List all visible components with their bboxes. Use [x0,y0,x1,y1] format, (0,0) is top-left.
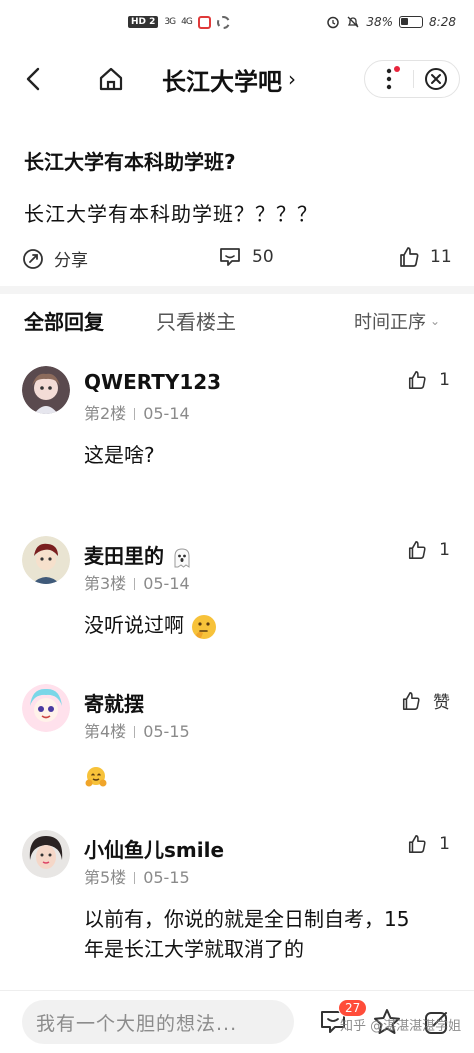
avatar[interactable] [22,366,70,414]
reply-author[interactable]: QWERTY123 [84,370,221,394]
reply-date: 05-14 [143,404,190,423]
comment-icon [220,248,240,266]
reply-text [84,760,424,790]
watermark: 知乎 @湛湛湛湛学姐 [340,1019,462,1034]
post-body: 长江大学有本科助学班？？？？ [24,202,318,226]
thumbs-up-icon [409,835,426,853]
reply-like-count: 1 [439,834,450,854]
hugging-face-emoji-icon [85,766,107,786]
reply-date: 05-15 [143,722,190,741]
reply-author[interactable]: 小仙鱼儿smile [84,834,224,863]
app-notification-icon [197,15,211,29]
reply-meta: 第5楼 05-15 [84,864,190,888]
avatar[interactable] [22,536,70,584]
sort-dropdown[interactable]: 时间正序 ⌄ [354,308,440,334]
reply-date: 05-15 [143,868,190,887]
sync-icon [216,15,230,29]
home-button[interactable] [96,64,126,94]
avatar-image [22,684,70,732]
reply-author[interactable]: 麦田里的 [84,540,193,569]
back-arrow-icon [26,67,40,91]
reply-like-count: 1 [439,540,450,560]
tab-only-op[interactable]: 只看楼主 [156,306,236,335]
tab-all-replies[interactable]: 全部回复 [24,306,104,335]
more-button[interactable] [365,60,413,98]
reply-author[interactable]: 寄就摆 [84,688,144,717]
notification-dot [393,66,400,72]
section-divider [0,286,474,294]
share-icon [23,248,43,269]
reply-date: 05-14 [143,574,190,593]
sort-label: 时间正序 [354,312,426,333]
avatar-image [22,830,70,878]
reply-meta: 第4楼 05-15 [84,718,190,742]
share-button[interactable]: 分享 [22,246,88,271]
reply-like-count: 1 [439,370,450,390]
reply-like-button[interactable]: 1 [407,370,450,390]
ghost-emoji-icon [174,547,190,568]
reply-like-button[interactable]: 1 [407,540,450,560]
comment-count: 50 [252,247,274,267]
avatar[interactable] [22,830,70,878]
clock: 8:28 [429,15,456,29]
alarm-icon [327,16,340,29]
hd-badge: HD 2 [128,16,159,28]
comment-count-button[interactable]: 50 [218,246,274,268]
reply-floor: 第3楼 [84,574,127,593]
battery-icon [399,16,424,28]
reply-tabs: 全部回复 只看楼主 时间正序 ⌄ [0,296,474,344]
chevron-right-icon: › [288,67,296,91]
avatar-image [22,536,70,584]
avatar-image [22,366,70,414]
reply-text-content: 没听说过啊 [84,613,184,637]
status-right: 38% 8:28 [326,15,456,29]
nav-bar: 长江大学吧 › [0,52,474,108]
meta-separator [134,408,136,420]
meta-separator [134,578,136,590]
reply-meta: 第3楼 05-14 [84,570,190,594]
meta-separator [134,872,136,884]
reply-floor: 第5楼 [84,868,127,887]
reply-floor: 第4楼 [84,722,127,741]
meta-separator [134,726,136,738]
reply-author-text: 麦田里的 [84,544,164,568]
status-bar: HD 2 3G 4G 38% 8:28 [0,0,474,44]
reply-meta: 第2楼 05-14 [84,400,190,424]
reply-text: 这是啥? [84,443,155,467]
post-like-button[interactable]: 11 [398,246,452,268]
thumbs-up-icon [409,541,426,559]
reply-text: 以前有，你说的就是全日制自考，15年是长江大学就取消了的 [84,907,410,961]
thumbs-up-icon [409,371,426,389]
nav-capsule [364,60,460,98]
home-icon [99,67,123,91]
reply-like-button[interactable]: 赞 [401,688,450,713]
mute-bell-icon [347,16,359,28]
bottom-bar: 我有一个大胆的想法... 27 知乎 @湛湛湛湛学姐 [0,990,474,1053]
thinking-face-emoji-icon [192,614,217,639]
reply-like-button[interactable]: 1 [407,834,450,854]
share-label: 分享 [54,251,88,271]
forum-title[interactable]: 长江大学吧 › [162,64,296,96]
battery-percent: 38% [366,15,394,29]
close-button[interactable] [413,60,459,98]
reply-like-label: 赞 [433,693,450,713]
status-left: HD 2 3G 4G [128,15,230,29]
back-button[interactable] [18,64,48,94]
reply-text: 没听说过啊 [84,610,424,641]
post-title: 长江大学有本科助学班? [24,150,236,174]
signal-4g-icon: 4G [181,17,193,27]
more-dots-icon [386,68,391,90]
forum-title-text: 长江大学吧 [162,67,282,96]
post-like-count: 11 [430,247,452,267]
avatar[interactable] [22,684,70,732]
signal-3g-icon: 3G [164,17,176,27]
post-actions: 分享 50 11 [0,240,474,280]
thumbs-up-icon [402,691,420,710]
reply-floor: 第2楼 [84,404,127,423]
chevron-down-icon: ⌄ [430,314,441,328]
close-circle-icon [425,68,448,90]
comment-input[interactable]: 我有一个大胆的想法... [22,1000,294,1044]
thumbs-up-icon [400,247,419,267]
